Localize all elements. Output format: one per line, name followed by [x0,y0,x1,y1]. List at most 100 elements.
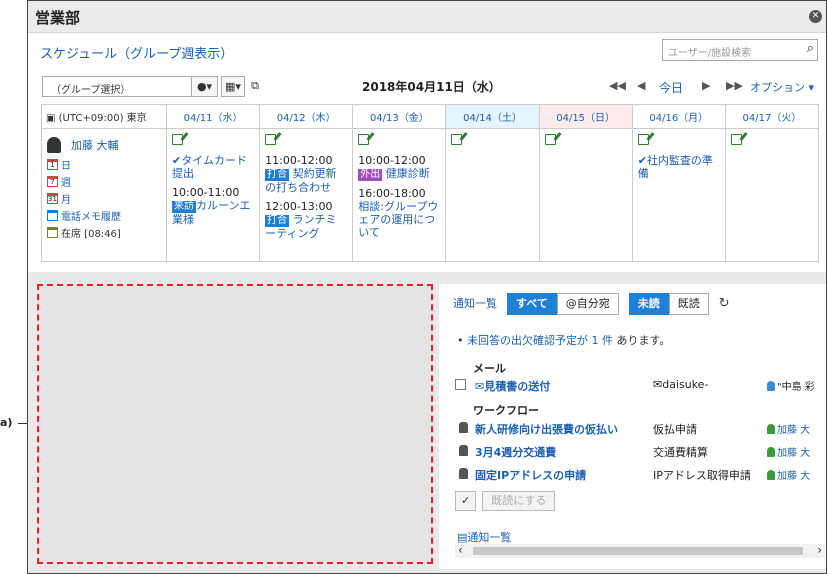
workflow-subject[interactable]: 3月4週分交通費 [475,444,556,460]
reload-icon[interactable]: ↻ [719,293,730,315]
day-header-saturday[interactable]: 04/14（土） [445,104,540,129]
mail-subject[interactable]: ✉見積書の送付 [475,378,550,394]
callout-label: a) [0,416,13,429]
user-search-input[interactable]: ユーザー/施設検索 ⌕ [662,39,818,61]
day-header[interactable]: 04/12（木） [259,104,354,129]
notification-title[interactable]: 通知一覧 [453,293,497,315]
placeholder-area [37,284,433,564]
week-schedule-grid: ▣ (UTC+09:00) 東京 04/11（水） 04/12（木） 04/13… [41,104,820,262]
filter-read[interactable]: 既読 [668,293,709,315]
event[interactable]: 11:00-12:00 打合 契約更新の打ち合わせ [265,154,347,194]
user-name[interactable]: 加藤 大輔 [71,137,119,153]
tab-mentions[interactable]: @自分宛 [556,293,619,315]
user-icon [767,447,775,457]
workflow-alert-icon [459,468,468,479]
workflow-type: IPアドレス取得申請 [653,469,751,482]
add-event-icon[interactable] [265,134,277,145]
calendar-week-icon: 7 [47,176,58,187]
day-header[interactable]: 04/13（金） [352,104,447,129]
calendar-month-icon: 31 [47,193,58,204]
next-day-icon[interactable]: ▶ [702,79,710,92]
event[interactable]: 10:00-11:00 来訪 カルーンエ業様 [172,186,254,226]
portal-window: 営業部 ✕ スケジュール（グループ週表示） ユーザー/施設検索 ⌕ （グループ選… [27,0,827,574]
facility-select-icon[interactable]: ▦▾ [221,76,245,97]
workflow-applicant[interactable]: 加藤 大 [767,421,810,436]
add-event-icon[interactable] [172,134,183,145]
user-cell: 加藤 大輔 1日 7週 31 月 電話メモ履歴 在席 [08:46] [41,128,167,262]
workflow-subject[interactable]: 固定IPアドレスの申請 [475,467,586,483]
window-title: 営業部 [35,9,81,27]
day-header[interactable]: 04/17（火） [724,104,820,129]
workflow-icon [459,445,468,456]
workflow-applicant[interactable]: 加藤 大 [767,467,810,482]
schedule-toolbar: （グループ選択） ●▾ ▦▾ ⧉ 2018年04月11日（水） ◀◀ ◀ 今日 … [42,76,818,98]
prev-day-icon[interactable]: ◀ [637,79,645,92]
workflow-type: 仮払申請 [653,423,697,436]
event[interactable]: ✔タイムカード提出 [172,154,254,180]
window-header: 営業部 ✕ [28,1,826,33]
add-event-icon[interactable] [358,134,370,145]
workflow-row[interactable]: 新人研修向け出張費の仮払い 仮払申請 加藤 大 [455,421,825,437]
mail-row[interactable]: ✉見積書の送付 ✉daisuke- "中島 彩 [455,378,825,394]
add-event-icon[interactable] [637,134,649,145]
search-placeholder: ユーザー/施設検索 [668,48,752,59]
phone-memo-link[interactable]: 電話メモ履歴 [61,208,121,223]
options-menu[interactable]: オプション ▾ [750,79,814,95]
mail-from: ✉daisuke- [653,378,709,391]
mail-to[interactable]: "中島 彩 [767,378,815,393]
horizontal-scrollbar[interactable]: ‹ › [455,543,825,558]
schedule-title[interactable]: スケジュール（グループ週表示） [40,43,233,62]
action-bar: ✓ 既読にする [455,491,561,511]
workflow-row[interactable]: 3月4週分交通費 交通費精算 加藤 大 [455,444,825,460]
timezone-header: ▣ (UTC+09:00) 東京 [41,104,167,129]
popup-icon[interactable]: ⧉ [248,76,262,97]
prev-week-icon[interactable]: ◀◀ [609,79,626,92]
workflow-applicant[interactable]: 加藤 大 [767,444,810,459]
select-all-checkbox[interactable]: ✓ [455,491,477,511]
notification-tabs: 通知一覧 すべて @自分宛 未読 既読 ↻ [453,293,730,315]
filter-unread[interactable]: 未読 [628,293,669,315]
workflow-section-label: ワークフロー [473,404,539,417]
mail-section-label: メール [473,362,506,375]
lower-area: 通知一覧 すべて @自分宛 未読 既読 ↻ • 未回答の出欠確認予定が 1 件 … [28,272,826,573]
day-header[interactable]: 04/11（水） [165,104,261,129]
user-icon [767,470,775,480]
workflow-type: 交通費精算 [653,446,708,459]
presence-icon [47,227,58,238]
search-icon[interactable]: ⌕ [807,41,814,56]
current-date: 2018年04月11日（水） [362,80,501,94]
scroll-left-icon[interactable]: ‹ [458,543,463,557]
add-event-icon[interactable] [451,134,463,145]
event[interactable]: 10:00-12:00 外出 健康診断 [358,154,440,181]
phone-memo-icon [47,210,58,221]
day-cell: 11:00-12:00 打合 契約更新の打ち合わせ 12:00-13:00 打合 ラ… [259,128,354,262]
view-week-link[interactable]: 週 [61,174,71,189]
day-cell: ✔社内監査の準備 [631,128,726,262]
mail-checkbox[interactable] [455,379,466,390]
group-select[interactable]: （グループ選択） [42,76,192,97]
close-icon[interactable]: ✕ [809,10,822,23]
day-cell [538,128,633,262]
next-week-icon[interactable]: ▶▶ [726,79,743,92]
event[interactable]: 12:00-13:00 打合 ランチミーティング [265,200,347,240]
day-header[interactable]: 04/16（月） [631,104,726,129]
view-day-link[interactable]: 日 [61,157,71,172]
view-month-link[interactable]: 月 [61,191,71,206]
tab-all[interactable]: すべて [507,293,557,315]
event[interactable]: ✔社内監査の準備 [638,154,720,180]
user-select-icon[interactable]: ●▾ [191,76,218,97]
event[interactable]: 16:00-18:00 相談:グループウェアの運用について [358,187,440,239]
scroll-thumb[interactable] [473,547,803,555]
mark-read-button[interactable]: 既読にする [482,491,556,511]
scroll-right-icon[interactable]: › [817,543,822,557]
notification-list-link[interactable]: ▤通知一覧 [457,529,511,545]
workflow-row[interactable]: 固定IPアドレスの申請 IPアドレス取得申請 加藤 大 [455,467,825,483]
add-event-icon[interactable] [730,134,742,145]
add-event-icon[interactable] [544,134,556,145]
presence-status[interactable]: 在席 [08:46] [61,225,121,240]
notification-panel: 通知一覧 すべて @自分宛 未読 既読 ↻ • 未回答の出欠確認予定が 1 件 … [439,284,826,569]
day-cell: ✔タイムカード提出 10:00-11:00 来訪 カルーンエ業様 [165,128,261,262]
day-header-sunday[interactable]: 04/15（日） [538,104,633,129]
workflow-subject[interactable]: 新人研修向け出張費の仮払い [475,421,618,437]
today-link[interactable]: 今日 [659,79,683,96]
